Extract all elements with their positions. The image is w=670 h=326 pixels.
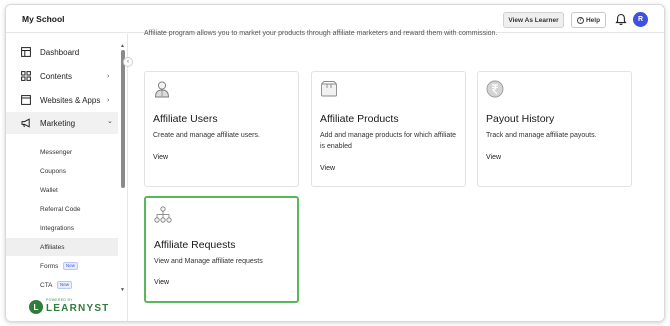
scroll-up-arrow[interactable]: ▲: [120, 43, 125, 49]
sidebar-item-wallet[interactable]: Wallet: [6, 181, 118, 199]
card-title: Payout History: [486, 113, 555, 125]
top-bar: My School View As Learner ? Help R: [6, 5, 664, 33]
chevron-right-icon: ›: [107, 72, 110, 80]
megaphone-icon: [21, 118, 30, 128]
view-link[interactable]: View: [486, 154, 501, 161]
main-content: Affiliate program allows you to market y…: [129, 30, 664, 321]
sidebar-item-marketing[interactable]: Marketing ⌄: [6, 112, 118, 134]
affiliate-products-card[interactable]: Affiliate Products Add and manage produc…: [311, 71, 466, 187]
scroll-down-arrow[interactable]: ▼: [120, 287, 125, 293]
grid-icon: [21, 71, 31, 81]
sidebar-item-websites-apps[interactable]: Websites & Apps ›: [6, 89, 118, 111]
sidebar-item-contents[interactable]: Contents ›: [6, 65, 118, 87]
chevron-down-icon: ⌄: [107, 118, 113, 125]
powered-by-learnyst: L POWERED BY LEARNYST: [29, 298, 111, 320]
sidebar: Dashboard Contents › Websites & Apps › M…: [6, 34, 128, 321]
sidebar-item-forms[interactable]: Forms New: [6, 257, 118, 275]
sidebar-item-label: Dashboard: [40, 47, 80, 57]
browser-icon: [21, 95, 31, 105]
help-button[interactable]: ? Help: [571, 12, 606, 28]
card-description: View and Manage affiliate requests: [154, 258, 263, 265]
bell-icon[interactable]: [615, 13, 627, 26]
sidebar-scrollbar[interactable]: [121, 50, 125, 188]
product-box-icon: [321, 81, 337, 97]
rupee-coin-icon: [486, 80, 504, 98]
new-badge: New: [57, 280, 73, 290]
learnyst-logo-icon: L: [29, 300, 43, 314]
payout-history-card[interactable]: Payout History Track and manage affiliat…: [477, 71, 632, 187]
powered-by-label: POWERED BY: [46, 298, 73, 302]
sidebar-item-label: Contents: [40, 71, 73, 81]
card-title: Affiliate Requests: [154, 239, 236, 251]
view-link[interactable]: View: [154, 279, 169, 286]
affiliate-users-card[interactable]: Affiliate Users Create and manage affili…: [144, 71, 299, 187]
view-as-learner-button[interactable]: View As Learner: [503, 12, 564, 28]
network-icon: [154, 206, 172, 223]
collapse-sidebar-button[interactable]: ‹: [123, 57, 133, 67]
sidebar-subitem-label: Wallet: [40, 186, 58, 194]
sidebar-item-cta[interactable]: CTA New: [6, 276, 118, 294]
help-icon: ?: [576, 16, 584, 24]
sidebar-item-affiliates[interactable]: Affiliates: [6, 238, 118, 256]
sidebar-item-referral-code[interactable]: Referral Code: [6, 200, 118, 218]
help-label: Help: [585, 16, 601, 24]
sidebar-subitem-label: Affiliates: [40, 243, 65, 251]
view-link[interactable]: View: [320, 165, 335, 172]
avatar[interactable]: R: [633, 12, 648, 27]
learnyst-wordmark: LEARNYST: [46, 303, 110, 314]
card-description: Track and manage affiliate payouts.: [486, 132, 597, 139]
new-badge: New: [63, 261, 79, 271]
card-title: Affiliate Products: [320, 113, 399, 125]
sidebar-item-integrations[interactable]: Integrations: [6, 219, 118, 237]
dashboard-icon: [21, 47, 31, 57]
school-name: My School: [22, 14, 65, 24]
sidebar-item-label: Websites & Apps: [40, 95, 101, 105]
card-description: Add and manage products for which affili…: [320, 132, 457, 150]
sidebar-subitem-label: CTA: [40, 281, 53, 289]
sidebar-subitem-label: Integrations: [40, 224, 74, 232]
sidebar-item-messenger[interactable]: Messenger: [6, 143, 118, 161]
sidebar-subitem-label: Messenger: [40, 148, 73, 156]
sidebar-item-coupons[interactable]: Coupons: [6, 162, 118, 180]
sidebar-item-label: Marketing: [40, 118, 76, 128]
sidebar-subitem-label: Coupons: [40, 167, 67, 175]
app-window: My School View As Learner ? Help R Dashb…: [5, 4, 665, 322]
view-link[interactable]: View: [153, 154, 168, 161]
card-description: Create and manage affiliate users.: [153, 132, 260, 139]
sidebar-subitem-label: Referral Code: [40, 205, 81, 213]
page-intro-text: Affiliate program allows you to market y…: [144, 30, 498, 37]
sidebar-subitem-label: Forms: [40, 262, 59, 270]
sidebar-item-dashboard[interactable]: Dashboard: [6, 41, 118, 63]
affiliate-user-icon: [155, 81, 169, 98]
chevron-right-icon: ›: [107, 96, 110, 104]
card-title: Affiliate Users: [153, 113, 218, 125]
affiliate-requests-card[interactable]: Affiliate Requests View and Manage affil…: [144, 196, 299, 303]
